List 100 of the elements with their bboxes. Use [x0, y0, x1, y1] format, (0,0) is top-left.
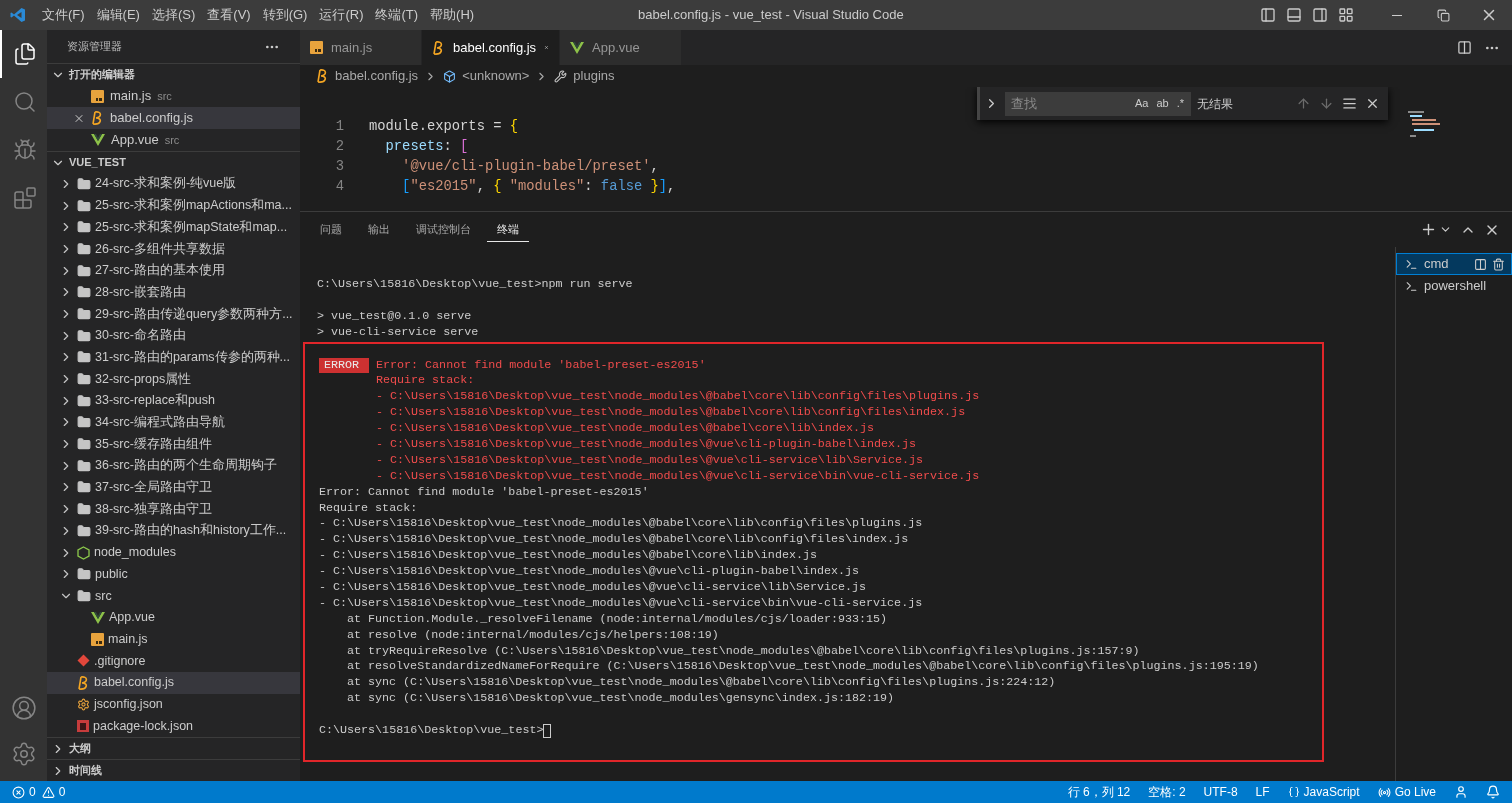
find-option-toggle[interactable]: ab — [1155, 95, 1170, 112]
tree-item[interactable]: .gitignore — [47, 650, 300, 672]
editor-tab[interactable]: main.js — [300, 30, 422, 65]
menu-item[interactable]: 转到(G) — [256, 0, 314, 30]
tree-item[interactable]: src — [47, 585, 300, 607]
tree-item[interactable]: 25-src-求和案例mapActions和ma... — [47, 194, 300, 217]
tree-item[interactable]: 29-src-路由传递query参数两种方... — [47, 303, 300, 325]
terminal-line: Require stack: — [319, 500, 418, 517]
warning-count[interactable]: 0 — [58, 783, 66, 801]
file-name: 35-src-缓存路由组件 — [95, 435, 212, 453]
close-icon[interactable] — [1365, 96, 1380, 111]
next-match-icon[interactable] — [1319, 96, 1334, 111]
package-icon — [77, 720, 89, 733]
file-name: .gitignore — [94, 652, 146, 670]
find-option-toggle[interactable]: .* — [1175, 95, 1185, 112]
section-header[interactable]: VUE_TEST — [47, 151, 300, 173]
breadcrumb-item[interactable]: babel.config.js — [335, 66, 419, 86]
tree-item[interactable]: 38-src-独享路由守卫 — [47, 498, 300, 520]
status-item[interactable]: UTF-8 — [1203, 783, 1238, 801]
open-editor-item[interactable]: App.vue src — [47, 129, 300, 151]
tree-item[interactable]: jsconfig.json — [47, 693, 300, 716]
status-item[interactable]: LF — [1255, 783, 1270, 801]
tab-label: App.vue — [592, 38, 640, 57]
tree-item[interactable]: 26-src-多组件共享数据 — [47, 238, 300, 260]
editor-tab[interactable]: babel.config.js — [422, 30, 560, 65]
tree-item[interactable]: babel.config.js — [47, 671, 300, 694]
terminal-list-item[interactable]: cmd — [1396, 253, 1512, 275]
tree-item[interactable]: 39-src-路由的hash和history工作... — [47, 520, 300, 542]
menu-item[interactable]: 帮助(H) — [424, 0, 481, 30]
open-editor-item[interactable]: babel.config.js — [47, 107, 300, 129]
terminal-line: - C:\Users\15816\Desktop\vue_test\node_modules\@vue\cli-service\bin\vue-cli-service.js — [319, 595, 923, 612]
file-name: 32-src-props属性 — [95, 370, 192, 388]
terminal-cursor — [543, 724, 552, 738]
terminal-line: - C:\Users\15816\Desktop\vue_test\node_modules\@vue\cli-service\lib\Service.js — [319, 580, 867, 596]
menu-item[interactable]: 编辑(E) — [90, 0, 146, 30]
file-name: 28-src-嵌套路由 — [95, 283, 186, 301]
tree-item[interactable]: 32-src-props属性 — [47, 368, 300, 390]
panel-tab[interactable]: 输出 — [358, 217, 400, 242]
notifications-icon[interactable] — [1486, 785, 1500, 799]
split-terminal-icon[interactable] — [1474, 257, 1487, 271]
terminal-line: - C:\Users\15816\Desktop\vue_test\node_modules\@vue\cli-plugin-babel\index.js — [376, 437, 917, 453]
file-name: src — [95, 587, 112, 605]
file-name: jsconfig.json — [94, 695, 163, 713]
diamond-icon — [77, 654, 90, 668]
split-editor-icon[interactable] — [1457, 40, 1472, 55]
tree-item[interactable]: 27-src-路由的基本使用 — [47, 259, 300, 282]
editor-tab[interactable]: App.vue — [560, 30, 682, 65]
settings-icon[interactable] — [10, 741, 37, 767]
toggle-panel-icon[interactable] — [1286, 7, 1302, 23]
folder-icon — [77, 220, 91, 235]
tree-item[interactable]: 31-src-路由的params传参的两种... — [47, 346, 300, 369]
language-mode-button[interactable]: JavaScript — [1287, 783, 1360, 801]
breadcrumb-item[interactable]: plugins — [573, 66, 615, 86]
tree-item[interactable]: 33-src-replace和push — [47, 389, 300, 412]
find-in-selection-icon[interactable] — [1342, 96, 1357, 111]
terminal-line: at Function.Module._resolveFilename (node:internal/modules/cjs/loader:933:15) — [347, 611, 888, 628]
menu-item[interactable]: 选择(S) — [145, 0, 202, 30]
find-field[interactable]: 查找 — [1011, 93, 1128, 114]
code-line: presets: [ — [384, 137, 469, 156]
panel-tab[interactable]: 问题 — [310, 217, 352, 242]
tree-item[interactable]: 36-src-路由的两个生命周期钩子 — [47, 454, 300, 477]
tree-item[interactable]: package-lock.json — [47, 715, 300, 737]
menu-item[interactable]: 终端(T) — [369, 0, 425, 30]
toggle-sidebar-icon[interactable] — [1260, 7, 1276, 23]
status-item[interactable]: 空格: 2 — [1148, 783, 1186, 801]
go-live-button[interactable]: Go Live — [1377, 783, 1436, 801]
panel-tab[interactable]: 调试控制台 — [406, 217, 481, 242]
open-editor-item[interactable]: main.js src — [47, 85, 300, 107]
previous-match-icon[interactable] — [1296, 96, 1311, 111]
section-header[interactable]: 打开的编辑器 — [47, 63, 300, 85]
tree-item[interactable]: node_modules — [47, 541, 300, 564]
error-count[interactable]: 0 — [29, 783, 36, 801]
tree-item[interactable]: App.vue — [47, 606, 300, 629]
layout-icon[interactable] — [1338, 7, 1354, 23]
file-name: 34-src-编程式路由导航 — [95, 414, 225, 432]
tree-item[interactable]: main.js — [47, 628, 300, 651]
tree-item[interactable]: 25-src-求和案例mapState和map... — [47, 216, 300, 239]
terminal-icon — [1405, 257, 1418, 271]
find-option-toggle[interactable]: Aa — [1133, 95, 1150, 112]
tree-item[interactable]: public — [47, 563, 300, 586]
tree-item[interactable]: 37-src-全局路由守卫 — [47, 476, 300, 499]
tree-item[interactable]: 30-src-命名路由 — [47, 324, 300, 347]
tree-item[interactable]: 24-src-求和案例-纯vue版 — [47, 173, 300, 195]
tree-item[interactable]: 34-src-编程式路由导航 — [47, 411, 300, 434]
breadcrumb-item[interactable]: <unknown> — [462, 66, 530, 86]
terminal-line: - C:\Users\15816\Desktop\vue_test\node_modules\@vue\cli-service\bin\vue-cli-service.js — [376, 468, 980, 485]
section-header[interactable]: 大纲 — [47, 737, 300, 759]
tree-item[interactable]: 28-src-嵌套路由 — [47, 281, 300, 304]
toggle-secondary-sidebar-icon[interactable] — [1312, 7, 1328, 23]
account-icon[interactable] — [10, 695, 37, 721]
trash-icon[interactable] — [1492, 257, 1505, 271]
panel-tab[interactable]: 终端 — [487, 217, 529, 242]
terminal-list-item[interactable]: powershell — [1396, 275, 1512, 297]
tree-item[interactable]: 35-src-缓存路由组件 — [47, 433, 300, 455]
menu-item[interactable]: 文件(F) — [36, 0, 91, 30]
menu-item[interactable]: 运行(R) — [313, 0, 370, 30]
menu-item[interactable]: 查看(V) — [201, 0, 257, 30]
find-input[interactable]: 查找 Aa ab .* — [1005, 91, 1191, 116]
new-terminal-icon[interactable] — [1420, 221, 1437, 238]
status-item[interactable]: 行 6，列 12 — [1067, 783, 1131, 801]
